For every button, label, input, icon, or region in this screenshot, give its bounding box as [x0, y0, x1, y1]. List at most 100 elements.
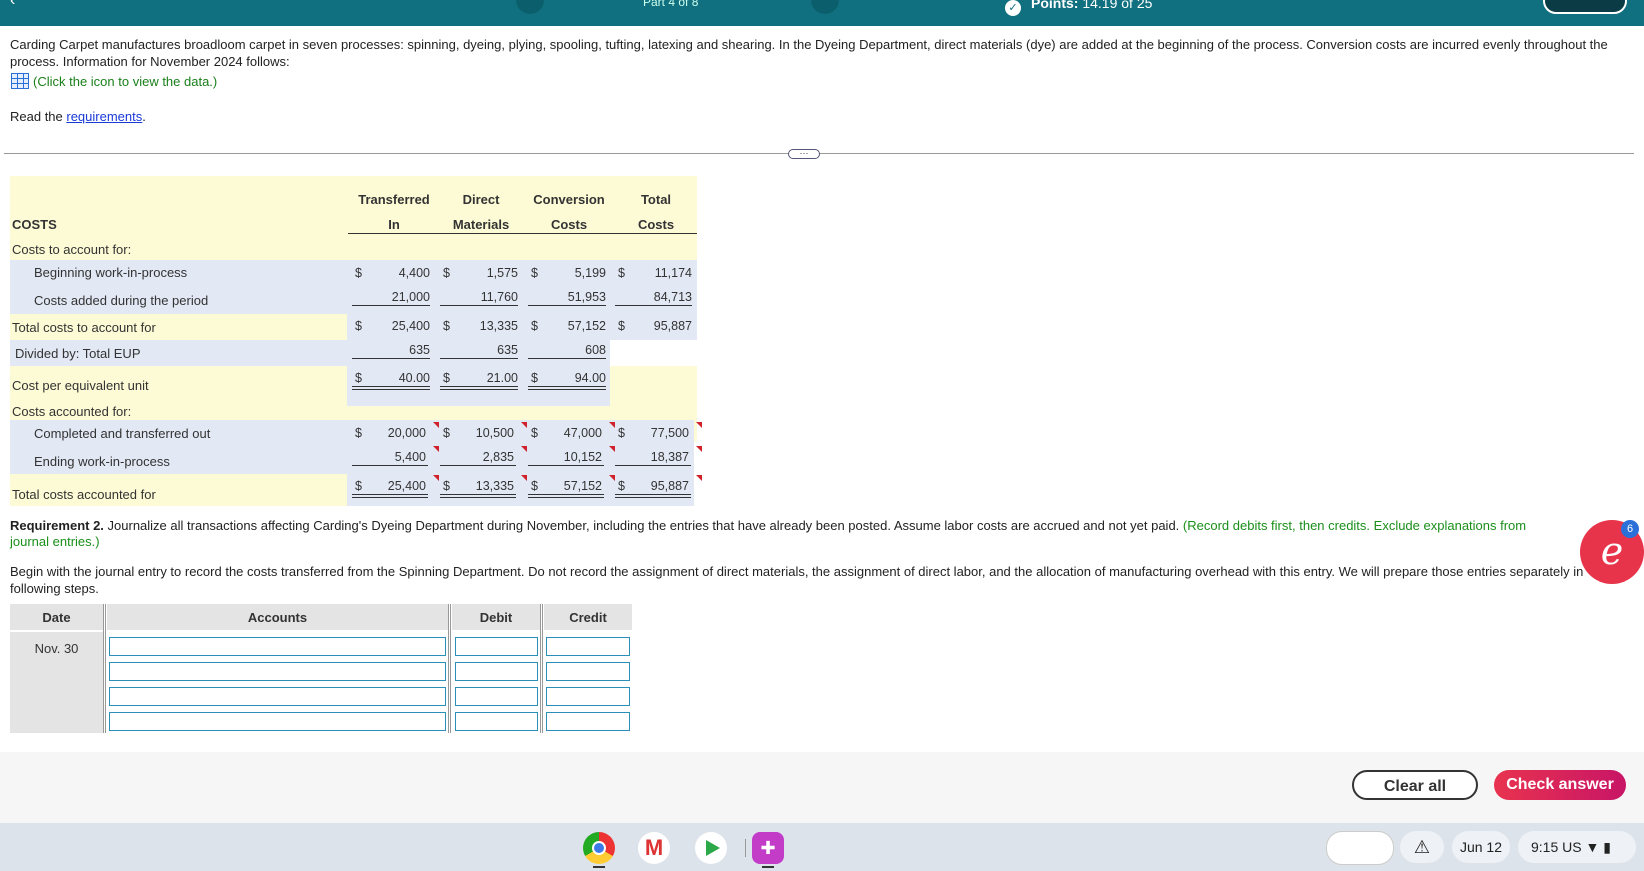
debit-input-3[interactable] — [455, 687, 538, 706]
read-requirements: Read the requirements. — [10, 109, 146, 124]
account-input-3[interactable] — [109, 687, 446, 706]
completed-direct-materials[interactable]: 10,500 — [454, 426, 514, 440]
ewip-direct-materials[interactable]: 2,835 — [454, 450, 514, 464]
bwip-direct-materials: 1,575 — [486, 266, 518, 280]
os-taskbar: M ✚ ⚠ Jun 12 9:15 US ▼ ▮ — [0, 823, 1644, 871]
active-app-indicator — [593, 866, 605, 868]
added-conversion: 51,953 — [567, 290, 606, 304]
divider-handle[interactable]: ··· — [788, 149, 820, 159]
correct-flag-icon — [696, 422, 702, 428]
label-cost-per-unit: Cost per equivalent unit — [12, 378, 149, 393]
ewip-transferred-in[interactable]: 5,400 — [366, 450, 426, 464]
credit-input-2[interactable] — [546, 662, 630, 681]
header-conversion-costs-2: Costs — [550, 217, 588, 232]
header-direct-materials-2: Materials — [452, 217, 510, 232]
total-accounted-total[interactable]: 95,887 — [629, 479, 689, 493]
total-accounted-transferred-in[interactable]: 25,400 — [366, 479, 426, 493]
entry-date: Nov. 30 — [34, 641, 79, 656]
points-icon: ✓ — [1005, 0, 1021, 16]
correct-flag-icon — [433, 475, 439, 481]
correct-flag-icon — [433, 446, 439, 452]
points-display: Points: 14.19 of 25 — [1031, 0, 1152, 11]
account-input-4[interactable] — [109, 712, 446, 731]
bwip-total: 11,174 — [654, 266, 692, 280]
check-answer-button[interactable]: Check answer — [1494, 770, 1626, 800]
account-input-1[interactable] — [109, 637, 446, 656]
dollar-sign: $ — [531, 479, 538, 493]
total-to-account-total: 95,887 — [653, 319, 692, 333]
header-debit: Debit — [452, 604, 540, 630]
completed-transferred-in[interactable]: 20,000 — [366, 426, 426, 440]
completed-conversion[interactable]: 47,000 — [542, 426, 602, 440]
label-costs-to-account: Costs to account for: — [12, 242, 132, 257]
debit-input-2[interactable] — [455, 662, 538, 681]
table-icon[interactable] — [11, 73, 29, 89]
tray-status[interactable]: 9:15 US ▼ ▮ — [1518, 831, 1636, 863]
account-input-2[interactable] — [109, 662, 446, 681]
battery-icon: ▮ — [1603, 839, 1611, 855]
read-prefix: Read the — [10, 109, 67, 124]
bwip-conversion: 5,199 — [574, 266, 606, 280]
cpu-transferred-in: 40.00 — [398, 371, 430, 385]
label-ewip: Ending work-in-process — [34, 454, 170, 469]
dollar-sign: $ — [443, 266, 450, 280]
added-direct-materials: 11,760 — [480, 290, 518, 304]
play-store-icon[interactable] — [695, 832, 727, 864]
requirement-2: Requirement 2. Journalize all transactio… — [10, 518, 1550, 550]
dollar-sign: $ — [531, 371, 538, 385]
header-transferred-in: Transferred — [358, 192, 430, 207]
correct-flag-icon — [433, 422, 439, 428]
clear-all-button[interactable]: Clear all — [1352, 770, 1478, 800]
correct-flag-icon — [609, 446, 615, 452]
dollar-sign: $ — [443, 371, 450, 385]
back-arrow-icon[interactable]: ‹ — [10, 0, 15, 10]
added-total: 84,713 — [653, 290, 692, 304]
points-label: Points: — [1031, 0, 1079, 11]
data-link[interactable]: (Click the icon to view the data.) — [11, 73, 217, 89]
read-suffix: . — [142, 109, 146, 124]
dollar-sign: $ — [355, 319, 362, 333]
eup-direct-materials: 635 — [497, 343, 518, 357]
gmail-icon[interactable]: M — [638, 832, 670, 864]
label-costs-accounted: Costs accounted for: — [12, 404, 132, 419]
total-accounted-conversion[interactable]: 57,152 — [542, 479, 602, 493]
tray-date[interactable]: Jun 12 — [1452, 831, 1510, 863]
label-total-accounted: Total costs accounted for — [12, 487, 156, 502]
active-app-indicator — [762, 866, 774, 868]
bwip-transferred-in: 4,400 — [398, 266, 430, 280]
chrome-icon[interactable] — [583, 832, 615, 864]
dollar-sign: $ — [531, 266, 538, 280]
credit-input-4[interactable] — [546, 712, 630, 731]
tray-time: 9:15 — [1531, 839, 1559, 855]
chat-app-icon[interactable]: ✚ — [752, 832, 784, 864]
cpu-direct-materials: 21.00 — [486, 371, 518, 385]
data-link-text[interactable]: (Click the icon to view the data.) — [33, 74, 217, 89]
dollar-sign: $ — [443, 426, 450, 440]
instruction-text: Begin with the journal entry to record t… — [10, 564, 1584, 596]
cost-report-table: Transferred In Direct Materials Conversi… — [10, 176, 702, 506]
completed-total[interactable]: 77,500 — [629, 426, 689, 440]
requirement-2-text: Journalize all transactions affecting Ca… — [103, 518, 1183, 533]
warning-icon[interactable]: ⚠ — [1400, 831, 1444, 863]
previous-part-button[interactable] — [516, 0, 544, 14]
cpu-conversion: 94.00 — [574, 371, 606, 385]
debit-input-1[interactable] — [455, 637, 538, 656]
requirements-link[interactable]: requirements — [66, 109, 142, 124]
credit-input-1[interactable] — [546, 637, 630, 656]
ewip-total[interactable]: 18,387 — [629, 450, 689, 464]
debit-input-4[interactable] — [455, 712, 538, 731]
total-accounted-direct-materials[interactable]: 13,335 — [454, 479, 514, 493]
label-total-to-account: Total costs to account for — [12, 320, 156, 335]
dollar-sign: $ — [618, 479, 625, 493]
tray-thumbnail[interactable] — [1326, 831, 1394, 865]
credit-input-3[interactable] — [546, 687, 630, 706]
ewip-conversion[interactable]: 10,152 — [542, 450, 602, 464]
costs-title: COSTS — [12, 217, 57, 232]
label-completed: Completed and transferred out — [34, 426, 211, 441]
header-credit: Credit — [544, 604, 632, 630]
help-button[interactable] — [1543, 0, 1627, 14]
points-value: 14.19 of 25 — [1082, 0, 1153, 11]
dollar-sign: $ — [618, 426, 625, 440]
correct-flag-icon — [521, 422, 527, 428]
next-part-button[interactable] — [811, 0, 839, 14]
